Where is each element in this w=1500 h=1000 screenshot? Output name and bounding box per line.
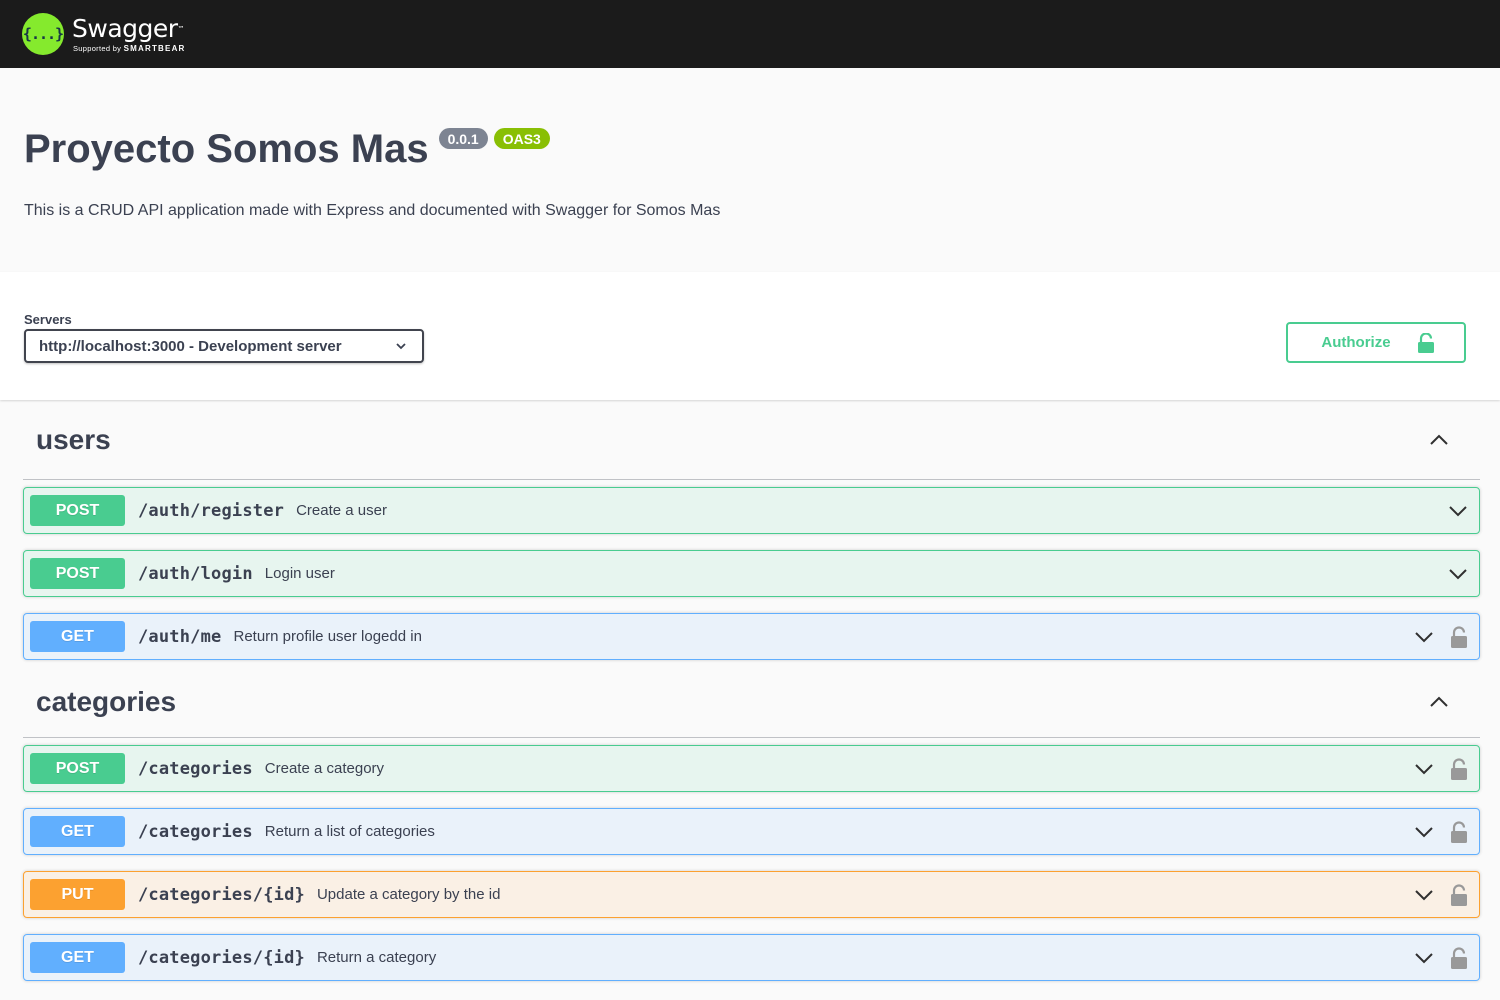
version-badge: 0.0.1 bbox=[438, 128, 488, 149]
operation-summary: Return a list of categories bbox=[264, 823, 435, 840]
operation-summary: Login user bbox=[264, 565, 335, 582]
servers-block: Servers http://localhost:3000 - Developm… bbox=[24, 312, 424, 400]
operation-summary: Return profile user logedd in bbox=[233, 628, 422, 645]
operation-row[interactable]: GET/auth/me Return profile user logedd in bbox=[23, 613, 1480, 660]
operation-path: /categories bbox=[138, 758, 253, 779]
operation-summary: Return a category bbox=[316, 949, 437, 966]
chevron-down-icon bbox=[396, 343, 406, 350]
unlocked-lock-icon[interactable] bbox=[1449, 625, 1469, 648]
tag-operations: POST/auth/register Create a user POST/auth… bbox=[23, 487, 1480, 660]
chevron-down-icon[interactable] bbox=[1413, 884, 1435, 906]
unlocked-lock-icon bbox=[1417, 332, 1434, 353]
operation-path: /auth/me bbox=[138, 626, 222, 647]
operation-summary: Create a user bbox=[296, 502, 387, 519]
scheme-container: Servers http://localhost:3000 - Developm… bbox=[0, 272, 1500, 400]
chevron-down-icon[interactable] bbox=[1447, 563, 1469, 585]
tag-title: categories bbox=[36, 685, 177, 717]
logo-text: Swagger™ Supported by SMARTBEAR bbox=[72, 13, 186, 53]
operation-row[interactable]: POST/auth/register Create a user bbox=[23, 487, 1480, 534]
operation-row[interactable]: POST/categories Create a category bbox=[23, 745, 1480, 792]
operation-path: /auth/register bbox=[138, 500, 285, 521]
operation-controls bbox=[1447, 500, 1469, 522]
logo-supported-text: Supported by bbox=[73, 43, 122, 53]
method-badge: GET bbox=[30, 621, 125, 652]
unlocked-lock-icon[interactable] bbox=[1449, 820, 1469, 843]
method-badge: POST bbox=[30, 495, 125, 526]
servers-label: Servers bbox=[24, 312, 72, 327]
operation-path: /categories/{id} bbox=[138, 884, 305, 905]
method-badge: GET bbox=[30, 942, 125, 973]
oas-badge: OAS3 bbox=[493, 128, 550, 149]
tag-operations: POST/categories Create a category GET/cate… bbox=[23, 745, 1480, 981]
unlocked-lock-icon[interactable] bbox=[1449, 757, 1469, 780]
authorize-button[interactable]: Authorize bbox=[1286, 322, 1466, 363]
chevron-down-icon[interactable] bbox=[1447, 500, 1469, 522]
chevron-down-icon[interactable] bbox=[1413, 758, 1435, 780]
api-description: This is a CRUD API application made with… bbox=[24, 202, 721, 219]
method-badge: POST bbox=[30, 558, 125, 589]
operation-controls bbox=[1413, 883, 1469, 906]
swagger-logo[interactable]: {...} Swagger™ Supported by SMARTBEAR bbox=[22, 13, 186, 55]
operation-row[interactable]: POST/auth/login Login user bbox=[23, 550, 1480, 597]
chevron-up-icon bbox=[1430, 434, 1448, 445]
operation-summary: Update a category by the id bbox=[316, 886, 501, 903]
chevron-down-icon[interactable] bbox=[1413, 626, 1435, 648]
logo-trademark: ™ bbox=[177, 24, 185, 33]
method-badge: POST bbox=[30, 753, 125, 784]
operation-path: /categories bbox=[138, 821, 253, 842]
chevron-down-icon[interactable] bbox=[1413, 947, 1435, 969]
operation-controls bbox=[1413, 946, 1469, 969]
servers-select[interactable]: http://localhost:3000 - Development serv… bbox=[24, 329, 424, 363]
operation-controls bbox=[1413, 757, 1469, 780]
topbar: {...} Swagger™ Supported by SMARTBEAR bbox=[0, 0, 1500, 68]
tag-users[interactable]: users bbox=[23, 400, 1480, 480]
logo-name: Swagger™ bbox=[72, 13, 186, 43]
tag-title: users bbox=[36, 423, 111, 455]
logo-brand: SMARTBEAR bbox=[123, 43, 186, 53]
operation-controls bbox=[1413, 820, 1469, 843]
operation-path: /auth/login bbox=[138, 563, 253, 584]
method-badge: GET bbox=[30, 816, 125, 847]
title-row: Proyecto Somos Mas 0.0.1 OAS3 bbox=[24, 126, 1476, 172]
operation-path: /categories/{id} bbox=[138, 947, 305, 968]
logo-name-text: Swagger bbox=[72, 13, 178, 43]
servers-selected-value: http://localhost:3000 - Development serv… bbox=[39, 337, 342, 355]
chevron-down-icon[interactable] bbox=[1413, 821, 1435, 843]
unlocked-lock-icon[interactable] bbox=[1449, 946, 1469, 969]
page-title: Proyecto Somos Mas bbox=[24, 127, 429, 171]
swagger-logo-icon: {...} bbox=[22, 13, 64, 55]
method-badge: PUT bbox=[30, 879, 125, 910]
operation-controls bbox=[1447, 563, 1469, 585]
operation-row[interactable]: GET/categories/{id} Return a category bbox=[23, 934, 1480, 981]
operations-list: users POST/auth/register Create a user POST… bbox=[0, 400, 1500, 981]
api-info: Proyecto Somos Mas 0.0.1 OAS3 This is a … bbox=[0, 68, 1500, 272]
operation-row[interactable]: GET/categories Return a list of categorie… bbox=[23, 808, 1480, 855]
operation-controls bbox=[1413, 625, 1469, 648]
unlocked-lock-icon[interactable] bbox=[1449, 883, 1469, 906]
chevron-up-icon bbox=[1430, 696, 1448, 707]
operation-summary: Create a category bbox=[264, 760, 385, 777]
logo-supported-by: Supported by SMARTBEAR bbox=[73, 44, 186, 53]
authorize-label: Authorize bbox=[1321, 334, 1391, 351]
operation-row[interactable]: PUT/categories/{id} Update a category by … bbox=[23, 871, 1480, 918]
tag-categories[interactable]: categories bbox=[23, 666, 1480, 738]
